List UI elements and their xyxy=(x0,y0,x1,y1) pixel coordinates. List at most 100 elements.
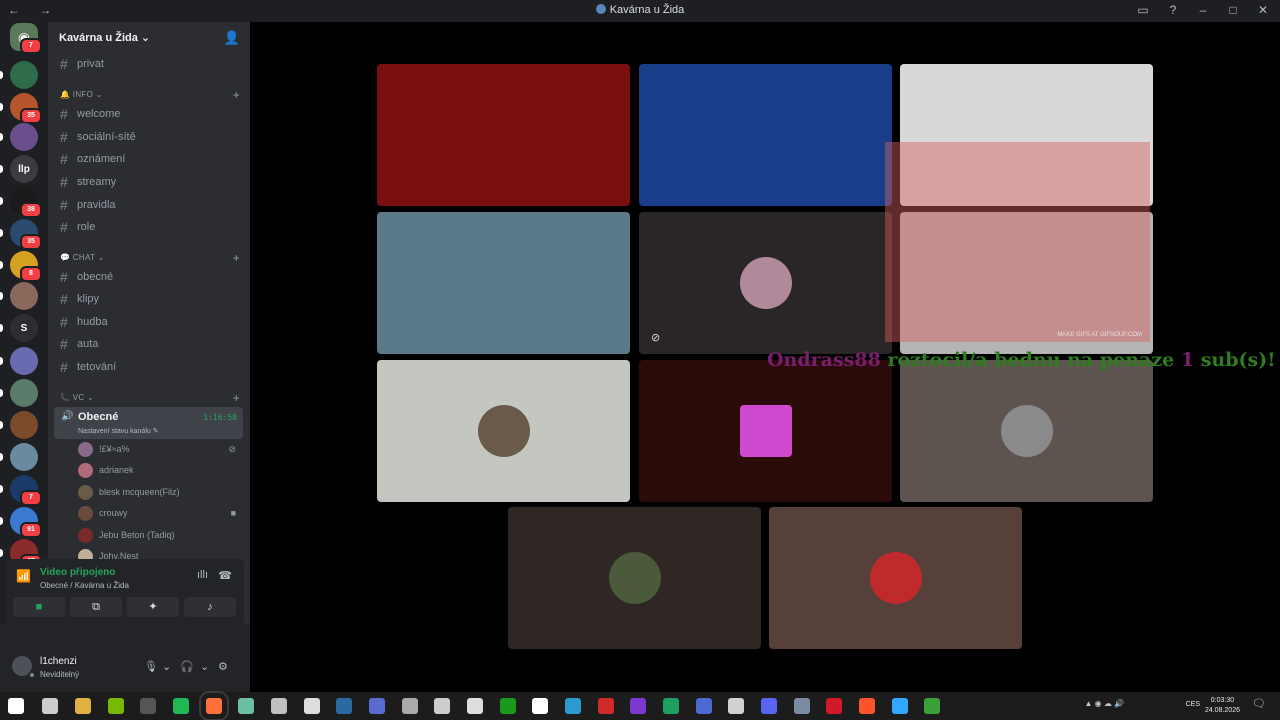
participant-tile[interactable] xyxy=(508,507,761,649)
server-icon[interactable]: 35 xyxy=(10,219,42,250)
taskbar-app-icon[interactable] xyxy=(467,698,483,714)
server-icon[interactable]: 91 xyxy=(10,507,42,538)
taskbar-app-icon[interactable] xyxy=(140,698,156,714)
server-icon[interactable]: 7 xyxy=(10,475,42,506)
taskbar-app-icon[interactable] xyxy=(859,698,875,714)
taskbar-app-icon[interactable] xyxy=(696,698,712,714)
taskbar-app-icon[interactable] xyxy=(108,698,124,714)
add-channel-icon[interactable]: + xyxy=(233,251,240,265)
taskbar-app-icon[interactable] xyxy=(500,698,516,714)
server-icon[interactable] xyxy=(10,347,38,375)
channel-tetovani[interactable]: # tetování xyxy=(56,357,242,377)
language-indicator[interactable]: CES xyxy=(1186,701,1200,708)
channel-welcome[interactable]: # welcome xyxy=(56,104,242,124)
voice-connected-title[interactable]: Video připojeno xyxy=(40,567,115,578)
channel-pravidla[interactable]: # pravidla xyxy=(56,195,242,215)
chevron-down-icon[interactable]: ⌄ xyxy=(200,660,209,673)
server-icon[interactable] xyxy=(10,443,38,471)
participant-tile[interactable] xyxy=(377,360,630,502)
taskbar-app-icon[interactable] xyxy=(761,698,777,714)
disconnect-icon[interactable]: ☎ xyxy=(218,569,232,582)
voice-channel-obecne[interactable]: 🔊 Obecné 1:16:58 Nastavení stavu kanálu … xyxy=(54,407,243,439)
inbox-icon[interactable]: ▭ xyxy=(1136,3,1150,17)
taskbar-app-icon[interactable] xyxy=(199,691,229,720)
taskbar-app-icon[interactable] xyxy=(173,698,189,714)
voice-member[interactable]: crouwy ■ xyxy=(78,504,238,522)
activities-button[interactable]: ✦ xyxy=(127,597,179,617)
clock[interactable]: 0:03:30 24.08.2026 xyxy=(1205,696,1240,716)
server-icon[interactable] xyxy=(10,411,38,439)
voice-connected-location[interactable]: Obecné / Kavárna u Žida xyxy=(40,581,129,590)
minimize-button[interactable]: – xyxy=(1196,3,1210,17)
taskbar-app-icon[interactable] xyxy=(304,698,320,714)
taskbar-app-icon[interactable] xyxy=(336,698,352,714)
gear-icon[interactable]: ⚙ xyxy=(218,660,228,673)
taskbar-app-icon[interactable] xyxy=(892,698,908,714)
channel-klipy[interactable]: # klipy xyxy=(56,289,242,309)
channel-streamy[interactable]: # streamy xyxy=(56,172,242,192)
voice-member[interactable]: blesk mcqueen(Filz) xyxy=(78,483,238,501)
server-icon[interactable]: 38 xyxy=(10,187,42,218)
start-button[interactable] xyxy=(8,698,24,714)
server-icon[interactable] xyxy=(10,61,38,89)
maximize-button[interactable]: □ xyxy=(1226,3,1240,17)
invite-people-icon[interactable]: 👤 xyxy=(224,30,240,46)
home-button[interactable]: ◉ 7 xyxy=(10,23,42,54)
soundboard-button[interactable]: ♪ xyxy=(184,597,236,617)
category-chat[interactable]: 💬 CHAT ⌄ + xyxy=(60,251,240,267)
noise-suppression-icon[interactable]: ıllı xyxy=(197,569,208,581)
category-vc[interactable]: 📞 VC ⌄ + xyxy=(60,391,240,407)
taskbar-app-icon[interactable] xyxy=(369,698,385,714)
chevron-down-icon[interactable]: ⌄ xyxy=(162,660,171,673)
taskbar-app-icon[interactable] xyxy=(794,698,810,714)
server-icon[interactable]: llp xyxy=(10,155,38,183)
voice-member[interactable]: !£¥≈a% ⊘ xyxy=(78,440,238,458)
taskbar-app-icon[interactable] xyxy=(434,698,450,714)
server-icon[interactable]: 8 xyxy=(10,251,42,282)
taskbar-app-icon[interactable] xyxy=(532,698,548,714)
close-button[interactable]: ✕ xyxy=(1256,3,1270,17)
channel-socialni-site[interactable]: # sociální-sítě xyxy=(56,127,242,147)
taskbar-app-icon[interactable] xyxy=(728,698,744,714)
channel-auta[interactable]: # auta xyxy=(56,334,242,354)
notifications-icon[interactable]: 🗨 xyxy=(1252,697,1266,710)
channel-role[interactable]: # role xyxy=(56,217,242,237)
channel-privat[interactable]: # privat xyxy=(56,54,242,74)
server-icon[interactable]: 35 xyxy=(10,93,42,124)
video-tile[interactable] xyxy=(377,64,630,206)
voice-member[interactable]: adrianek xyxy=(78,461,238,479)
taskbar-app-icon[interactable] xyxy=(565,698,581,714)
category-info[interactable]: 🔔 INFO ⌄ + xyxy=(60,88,240,104)
signal-icon[interactable]: 📶 xyxy=(16,569,31,583)
headphones-icon[interactable]: 🎧 xyxy=(180,660,194,673)
add-channel-icon[interactable]: + xyxy=(233,391,240,405)
participant-tile[interactable]: ⊘ xyxy=(639,212,892,354)
participant-tile[interactable] xyxy=(900,360,1153,502)
taskbar-app-icon[interactable] xyxy=(630,698,646,714)
system-tray-icons[interactable]: ▲ ◉ ☁ 🔊 xyxy=(1084,699,1124,708)
username[interactable]: l1chenzi xyxy=(40,656,77,667)
taskbar-app-icon[interactable] xyxy=(402,698,418,714)
taskbar-app-icon[interactable] xyxy=(598,698,614,714)
taskbar-app-icon[interactable] xyxy=(663,698,679,714)
channel-obecne[interactable]: # obecné xyxy=(56,267,242,287)
channel-status-setter[interactable]: Nastavení stavu kanálu ✎ xyxy=(78,427,159,435)
taskbar-app-icon[interactable] xyxy=(42,698,58,714)
help-icon[interactable]: ? xyxy=(1166,3,1180,17)
server-icon[interactable] xyxy=(10,123,38,151)
video-tile[interactable] xyxy=(639,64,892,206)
channel-hudba[interactable]: # hudba xyxy=(56,312,242,332)
screen-share-button[interactable]: ⧉ xyxy=(70,597,122,617)
taskbar-app-icon[interactable] xyxy=(238,698,254,714)
microphone-icon[interactable]: 🎙 xyxy=(144,660,158,673)
voice-member[interactable]: Jebu Beton (Tadiq) xyxy=(78,526,238,544)
channel-oznameni[interactable]: # oznámení xyxy=(56,149,242,169)
add-channel-icon[interactable]: + xyxy=(233,88,240,102)
participant-tile[interactable] xyxy=(769,507,1022,649)
server-icon[interactable] xyxy=(10,282,38,310)
taskbar-app-icon[interactable] xyxy=(271,698,287,714)
taskbar-app-icon[interactable] xyxy=(826,698,842,714)
server-icon[interactable]: S xyxy=(10,314,38,342)
taskbar-app-icon[interactable] xyxy=(924,698,940,714)
taskbar-app-icon[interactable] xyxy=(75,698,91,714)
